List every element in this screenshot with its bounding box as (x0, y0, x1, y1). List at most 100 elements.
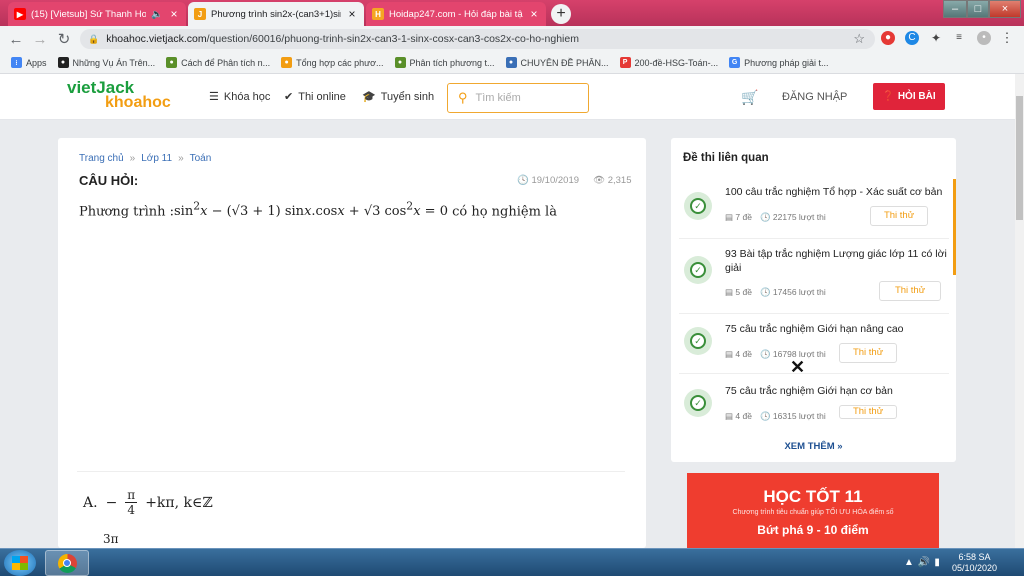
promo-banner[interactable]: HỌC TỐT 11 Chương trình tiêu chuẩn giúp … (687, 473, 939, 548)
address-bar[interactable]: 🔒 khoahoc.vietjack.com/question/60016/ph… (80, 29, 875, 49)
panel-scroll-indicator (953, 179, 956, 275)
divider (77, 471, 625, 472)
login-link[interactable]: ĐĂNG NHẬP (782, 91, 847, 103)
breadcrumb-home[interactable]: Trang chủ (79, 153, 124, 164)
tab-vietjack[interactable]: J Phương trình sin2x-(can3+1)sinx × (188, 2, 364, 26)
divider (679, 313, 949, 314)
back-icon[interactable]: ← (4, 31, 28, 48)
menu-thi-online[interactable]: ✔ Thi online (284, 90, 346, 104)
question-text: Phương trình :sin2x − (√3 + 1) sinx.cosx… (79, 200, 557, 220)
bookmark-item[interactable]: P 200-đề-HSG-Toán-... (619, 57, 718, 68)
bookmark-item[interactable]: ● Tổng hợp các phươ... (281, 57, 384, 68)
page-scrollbar[interactable] (1015, 74, 1024, 548)
exam-views: 🕓 22175 lượt thi (759, 212, 826, 222)
new-tab-button[interactable]: + (551, 4, 571, 24)
tab-strip: ▶ (15) [Vietsub] Sứ Thanh Hoa 🔈 × J Phươ… (0, 0, 1024, 26)
related-exams-panel: Đề thi liên quan ✓ 100 câu trắc nghiệm T… (671, 138, 956, 462)
extension-c-icon[interactable]: C (905, 31, 919, 45)
close-tab-icon[interactable]: × (346, 7, 358, 21)
youtube-icon: ▶ (14, 8, 26, 20)
exam-check-icon: ✓ (684, 256, 712, 284)
exam-count: ▤ 4 đề (725, 349, 752, 359)
exam-count: ▤ 7 đề (725, 212, 752, 222)
url-path: /question/60016/phuong-trinh-sin2x-can3-… (206, 33, 579, 45)
answer-option-b-partial[interactable]: 3π (103, 532, 119, 546)
breadcrumb-grade[interactable]: Lớp 11 (141, 153, 172, 164)
vietjack-logo[interactable]: vietJack khoahoc (67, 79, 171, 111)
menu-list-icon: ☰ (209, 91, 219, 103)
cart-icon[interactable]: 🛒 (741, 89, 758, 106)
check-double-icon: ✔ (284, 91, 294, 103)
try-exam-button[interactable]: Thi thử (839, 343, 897, 363)
lock-icon: 🔒 (88, 33, 100, 44)
bookmark-item[interactable]: G Phương pháp giải t... (729, 57, 829, 68)
bookmark-item[interactable]: ● CHUYÊN ĐỀ PHÂN... (505, 57, 609, 68)
hoidap-icon: H (372, 8, 384, 20)
question-card: Trang chủ» Lớp 11» Toán CÂU HỎI: 🕓 19/10/2… (58, 138, 646, 548)
bookmark-star-icon[interactable]: ☆ (853, 31, 865, 47)
close-window-button[interactable]: × (989, 0, 1021, 18)
taskbar-clock[interactable]: 6:58 SA 05/10/2020 (952, 552, 997, 574)
close-icon[interactable]: ✕ (790, 357, 805, 378)
reload-icon[interactable]: ↻ (52, 30, 76, 48)
graduation-cap-icon: 🎓 (362, 91, 376, 103)
menu-tuyen-sinh[interactable]: 🎓 Tuyển sinh (362, 90, 434, 104)
browser-toolbar: ← → ↻ 🔒 khoahoc.vietjack.com/question/60… (0, 26, 1024, 52)
web-icon: ● (505, 57, 517, 68)
mute-icon[interactable]: 🔈 (151, 9, 163, 20)
chrome-menu-icon[interactable]: ⋮ (1000, 31, 1014, 45)
question-circle-icon: ❓ (882, 91, 895, 102)
volume-icon: 🔊 (917, 557, 935, 568)
related-exams-title: Đề thi liên quan (683, 152, 769, 164)
breadcrumb-subject[interactable]: Toán (190, 153, 212, 164)
exam-check-icon: ✓ (684, 327, 712, 355)
tab-youtube[interactable]: ▶ (15) [Vietsub] Sứ Thanh Hoa 🔈 × (8, 2, 186, 26)
extensions-puzzle-icon[interactable]: ✦ (929, 31, 943, 45)
google-icon: G (729, 57, 741, 68)
answer-option-a[interactable]: A. − π4 +kπ, k∈ℤ (83, 488, 213, 517)
question-heading: CÂU HỎI: (79, 173, 139, 188)
close-tab-icon[interactable]: × (168, 7, 180, 21)
search-input[interactable]: ⚲ Tìm kiếm (447, 83, 589, 113)
tab-hoidap[interactable]: H Hoidap247.com - Hỏi đáp bài tập × (366, 2, 546, 26)
equation: sin2x − (√3 + 1) sinx.cosx + √3 cos2x = … (174, 200, 453, 220)
minimize-button[interactable]: – (943, 0, 967, 18)
reading-list-icon[interactable]: ≡ (952, 31, 966, 45)
clock-icon: 🕓 (517, 175, 532, 186)
exam-views: 🕓 16315 lượt thi (759, 411, 826, 421)
scrollbar-thumb[interactable] (1016, 96, 1023, 220)
divider (679, 238, 949, 239)
profile-avatar-icon[interactable]: • (977, 31, 991, 45)
windows-logo-icon (12, 556, 28, 570)
forward-icon[interactable]: → (28, 31, 52, 48)
apps-grid-icon: ⁝ (11, 57, 22, 68)
exam-count: ▤ 5 đề (725, 287, 752, 297)
bookmark-item[interactable]: ● Cách để Phân tích n... (166, 57, 270, 68)
tray-arrow-icon: ▲ (904, 557, 918, 568)
try-exam-button[interactable]: Thi thử (839, 405, 897, 419)
menu-khoa-hoc[interactable]: ☰ Khóa học (209, 90, 270, 104)
bookmark-item[interactable]: ● Những Vụ Án Trên... (57, 57, 155, 68)
pdf-icon: P (619, 57, 631, 68)
eye-icon: 👁 (593, 175, 608, 186)
bookmark-apps[interactable]: ⁝ Apps (11, 57, 47, 68)
ask-question-button[interactable]: ❓ HỎI BÀI (873, 83, 945, 110)
question-meta: 🕓 19/10/2019 👁 2,315 (517, 175, 632, 186)
vietjack-icon: J (194, 8, 206, 20)
bookmark-item[interactable]: ● Phân tích phương t... (394, 57, 495, 68)
start-button[interactable] (4, 550, 36, 576)
fraction: π4 (125, 488, 138, 517)
try-exam-button[interactable]: Thi thử (870, 206, 928, 226)
extension-record-icon[interactable]: ● (881, 31, 895, 45)
exam-count: ▤ 4 đề (725, 411, 752, 421)
close-tab-icon[interactable]: × (528, 7, 540, 21)
maximize-button[interactable]: □ (967, 0, 989, 18)
search-icon: ⚲ (458, 90, 468, 105)
try-exam-button[interactable]: Thi thử (879, 281, 941, 301)
taskbar-chrome[interactable] (45, 550, 89, 576)
see-more-link[interactable]: XEM THÊM » (671, 441, 956, 452)
system-tray[interactable]: ▲🔊▮ (904, 557, 944, 568)
url-host: khoahoc.vietjack.com (106, 33, 207, 45)
exam-check-icon: ✓ (684, 389, 712, 417)
web-icon: ● (166, 57, 178, 68)
